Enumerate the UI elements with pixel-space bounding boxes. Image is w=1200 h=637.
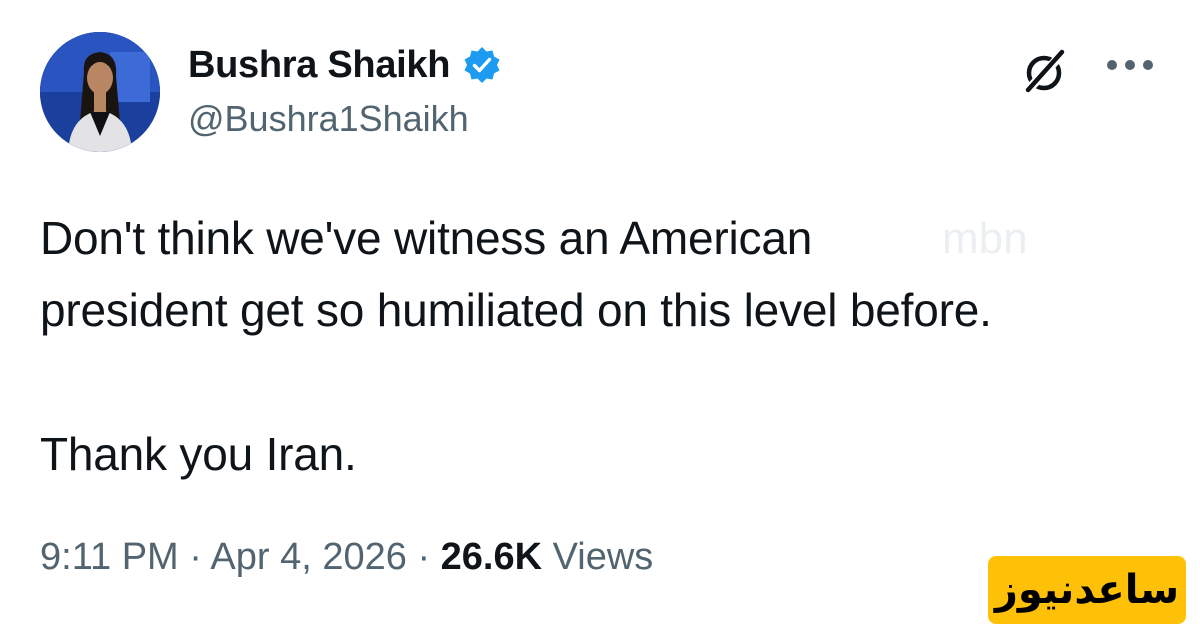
more-options-icon[interactable] (1104, 58, 1156, 72)
tweet-meta: 9:11 PM · Apr 4, 2026 · 26.6K Views (40, 536, 653, 579)
tweet-time[interactable]: 9:11 PM (40, 536, 179, 578)
faint-watermark: mbn (942, 214, 1028, 263)
views-label: Views (552, 536, 654, 578)
news-logo-watermark: ساعدنیوز (988, 556, 1186, 624)
view-count[interactable]: 26.6K (441, 536, 542, 578)
meta-separator: · (417, 536, 431, 578)
tweet-date[interactable]: Apr 4, 2026 (210, 536, 406, 578)
tweet-text-line: president get so humiliated on this leve… (40, 284, 992, 336)
grok-icon[interactable] (1020, 46, 1070, 96)
author-display-name[interactable]: Bushra Shaikh (188, 44, 450, 87)
tweet-text-line: Thank you Iran. (40, 428, 357, 480)
meta-separator: · (189, 536, 202, 578)
author-name-row: Bushra Shaikh (188, 40, 502, 90)
tweet-card: Bushra Shaikh @Bushra1Shaikh Don't think… (0, 0, 1200, 637)
verified-badge-icon[interactable] (462, 45, 502, 85)
author-handle[interactable]: @Bushra1Shaikh (188, 98, 469, 140)
avatar-image (40, 32, 160, 152)
avatar[interactable] (40, 32, 160, 152)
